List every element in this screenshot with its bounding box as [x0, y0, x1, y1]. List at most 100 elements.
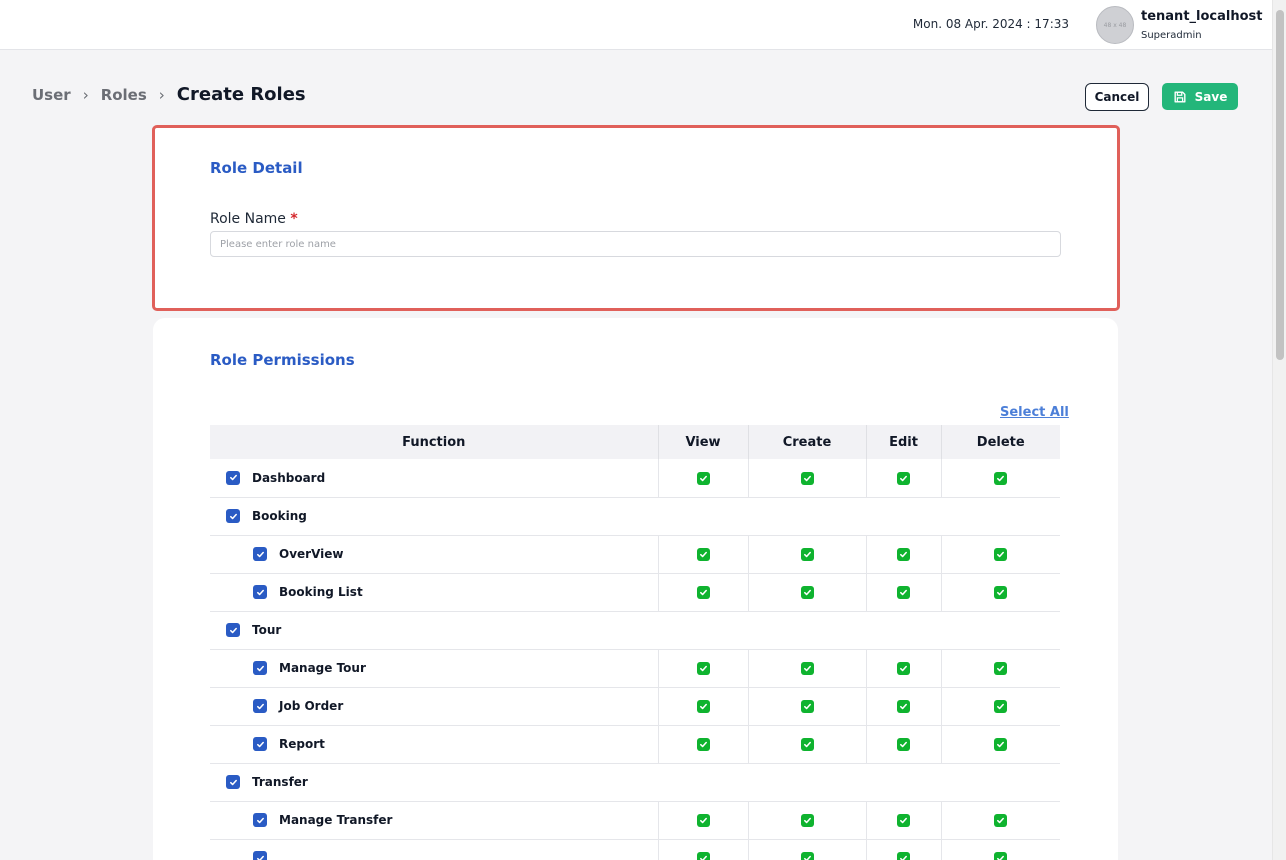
edit-permission-cell	[865, 725, 941, 764]
function-checkbox[interactable]	[253, 851, 267, 860]
column-header-delete: Delete	[941, 425, 1060, 459]
edit-permission-checkbox[interactable]	[897, 548, 910, 561]
edit-permission-checkbox[interactable]	[897, 738, 910, 751]
chevron-right-icon: ›	[158, 85, 165, 104]
required-mark: *	[290, 211, 298, 227]
create-permission-checkbox[interactable]	[800, 852, 814, 860]
create-permission-cell	[747, 573, 866, 612]
delete-permission-cell	[940, 459, 1060, 498]
function-checkbox[interactable]	[253, 585, 267, 599]
edit-permission-checkbox[interactable]	[897, 700, 910, 713]
view-permission-cell	[657, 649, 748, 688]
function-wrap: Dashboard	[210, 470, 658, 485]
edit-permission-checkbox[interactable]	[897, 814, 910, 827]
function-wrap: Tour	[210, 623, 1060, 637]
function-wrap	[210, 851, 658, 860]
save-icon	[1174, 90, 1186, 103]
table-header-row: Function View Create Edit Delete	[210, 425, 1060, 459]
create-permission-checkbox[interactable]	[800, 471, 814, 485]
function-cell: Manage Tour	[210, 649, 658, 688]
function-cell: Job Order	[210, 687, 658, 726]
user-name[interactable]: tenant_localhost	[1141, 9, 1263, 24]
function-checkbox[interactable]	[253, 661, 267, 675]
view-permission-checkbox[interactable]	[696, 738, 710, 751]
role-name-label: Role Name *	[210, 211, 298, 227]
create-permission-cell	[747, 687, 866, 726]
delete-permission-checkbox[interactable]	[994, 662, 1008, 675]
edit-permission-cell	[865, 687, 941, 726]
function-cell: Transfer	[210, 763, 1060, 802]
edit-permission-checkbox[interactable]	[897, 586, 910, 599]
breadcrumb-user[interactable]: User	[32, 86, 71, 104]
select-all-link[interactable]: Select All	[1000, 405, 1069, 420]
column-header-view: View	[658, 425, 749, 459]
delete-permission-cell	[940, 687, 1060, 726]
view-permission-checkbox[interactable]	[696, 548, 710, 561]
function-checkbox[interactable]	[253, 813, 267, 827]
create-permission-checkbox[interactable]	[800, 814, 814, 827]
view-permission-checkbox[interactable]	[696, 814, 710, 827]
function-checkbox[interactable]	[253, 699, 267, 713]
create-permission-checkbox[interactable]	[800, 738, 814, 751]
table-row: Job Order	[210, 687, 1060, 726]
avatar[interactable]: 48 x 48	[1096, 6, 1134, 44]
delete-permission-checkbox[interactable]	[994, 852, 1008, 860]
view-permission-checkbox[interactable]	[696, 700, 710, 713]
delete-permission-checkbox[interactable]	[994, 471, 1008, 485]
function-cell: Booking	[210, 497, 1060, 536]
breadcrumb-roles[interactable]: Roles	[101, 86, 147, 104]
create-permission-checkbox[interactable]	[800, 700, 814, 713]
function-name: Report	[279, 737, 325, 751]
create-permission-checkbox[interactable]	[800, 662, 814, 675]
column-header-create: Create	[748, 425, 867, 459]
cancel-button[interactable]: Cancel	[1085, 83, 1149, 111]
create-permission-checkbox[interactable]	[800, 548, 814, 561]
function-wrap: Transfer	[210, 775, 1060, 789]
role-detail-title: Role Detail	[210, 159, 303, 177]
create-permission-checkbox[interactable]	[800, 586, 814, 599]
table-row: Manage Transfer	[210, 801, 1060, 840]
view-permission-checkbox[interactable]	[696, 586, 710, 599]
function-checkbox[interactable]	[226, 509, 240, 523]
function-name: OverView	[279, 547, 344, 561]
delete-permission-checkbox[interactable]	[994, 738, 1008, 751]
function-checkbox[interactable]	[226, 775, 240, 789]
function-checkbox[interactable]	[226, 470, 240, 485]
breadcrumb: User › Roles › Create Roles	[32, 84, 306, 105]
edit-permission-checkbox[interactable]	[897, 852, 910, 860]
scrollbar-thumb[interactable]	[1276, 10, 1284, 360]
function-checkbox[interactable]	[253, 737, 267, 751]
function-checkbox[interactable]	[253, 547, 267, 561]
function-cell	[210, 839, 658, 860]
datetime: Mon. 08 Apr. 2024 : 17:33	[912, 17, 1069, 31]
function-name: Transfer	[252, 775, 308, 789]
delete-permission-checkbox[interactable]	[994, 700, 1008, 713]
permissions-table-body: Dashboard Booking OverView Booking List Tour…	[210, 459, 1060, 860]
permissions-table: Function View Create Edit Delete Dashboa…	[210, 425, 1060, 860]
view-permission-cell	[657, 801, 748, 840]
function-name: Job Order	[279, 699, 344, 713]
edit-permission-checkbox[interactable]	[897, 662, 910, 675]
delete-permission-checkbox[interactable]	[994, 548, 1008, 561]
function-checkbox[interactable]	[226, 623, 240, 637]
table-row: Transfer	[210, 763, 1060, 802]
function-wrap: Job Order	[210, 699, 658, 713]
function-wrap: Report	[210, 737, 658, 751]
role-name-input[interactable]	[210, 231, 1061, 257]
function-cell: Report	[210, 725, 658, 764]
delete-permission-checkbox[interactable]	[994, 586, 1008, 599]
column-header-edit: Edit	[866, 425, 942, 459]
delete-permission-checkbox[interactable]	[994, 814, 1008, 827]
page-scrollbar[interactable]	[1272, 0, 1286, 860]
view-permission-checkbox[interactable]	[696, 852, 710, 860]
view-permission-checkbox[interactable]	[696, 471, 710, 485]
save-button[interactable]: Save	[1162, 83, 1238, 110]
user-role: Superadmin	[1141, 30, 1202, 41]
create-permission-cell	[747, 649, 866, 688]
delete-permission-cell	[940, 573, 1060, 612]
role-detail-card: Role Detail Role Name *	[152, 125, 1120, 311]
edit-permission-checkbox[interactable]	[897, 471, 910, 485]
delete-permission-cell	[940, 535, 1060, 574]
table-row: Tour	[210, 611, 1060, 650]
view-permission-checkbox[interactable]	[696, 662, 710, 675]
